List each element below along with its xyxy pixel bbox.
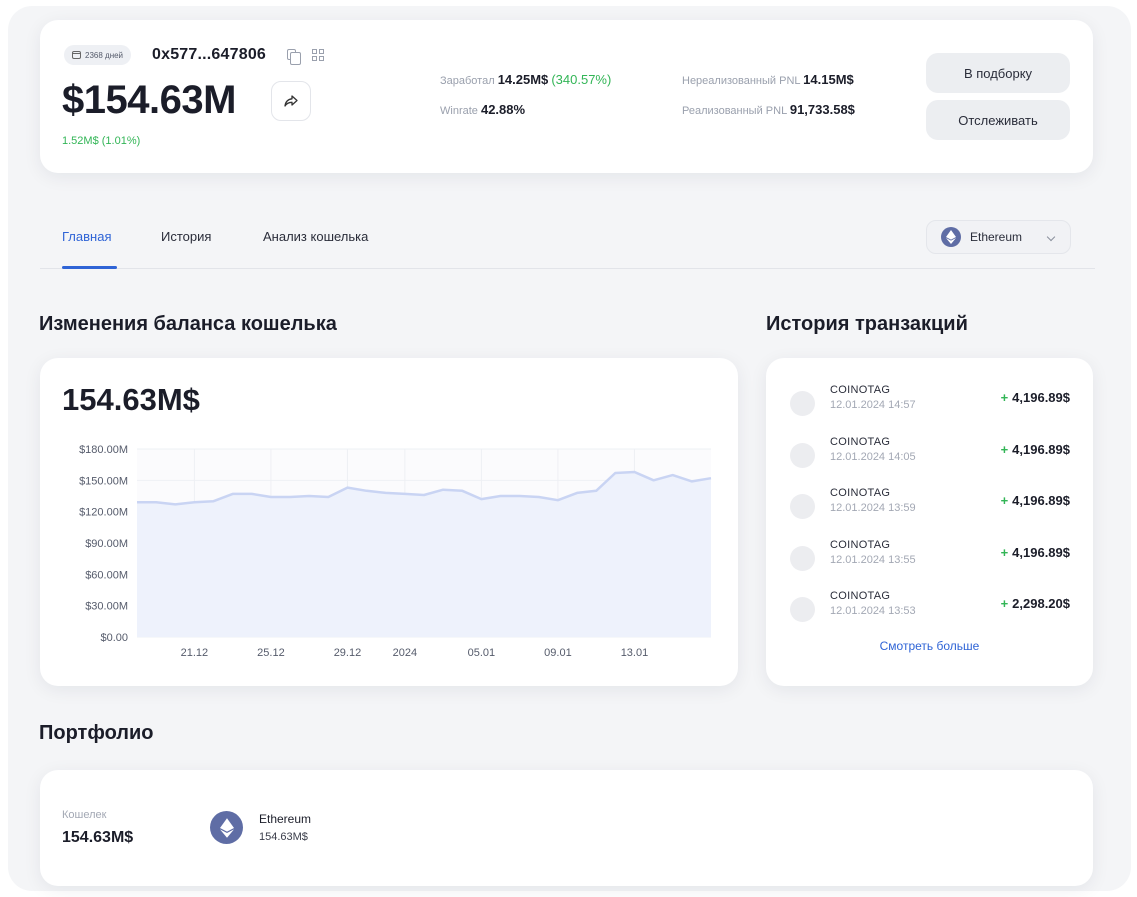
unrealized-pnl-value: 14.15M$ bbox=[803, 72, 854, 87]
transaction-sign: + bbox=[1000, 390, 1009, 405]
transaction-amount-value: 4,196.89$ bbox=[1012, 441, 1070, 457]
wallet-address: 0x577...647806 bbox=[152, 46, 267, 63]
transaction-sign: + bbox=[1000, 544, 1009, 560]
tab-history[interactable]: История bbox=[161, 229, 211, 244]
y-tick-label: $60.00M bbox=[85, 569, 128, 581]
transaction-avatar bbox=[790, 597, 815, 622]
transaction-time: 12.01.2024 13:55 bbox=[830, 553, 916, 566]
network-select[interactable]: Ethereum bbox=[926, 220, 1071, 254]
transaction-time: 12.01.2024 13:53 bbox=[830, 605, 916, 617]
realized-pnl-value: 91,733.58$ bbox=[789, 102, 855, 117]
y-tick-label: $0.00 bbox=[100, 632, 128, 644]
x-tick-label: 13.01 bbox=[621, 647, 649, 659]
ethereum-icon bbox=[941, 227, 961, 247]
transaction-amount: +4,196.89$ bbox=[1001, 442, 1070, 457]
wallet-value: 154.63M$ bbox=[62, 829, 134, 846]
portfolio-asset-value: 154.63M$ bbox=[259, 831, 308, 843]
wallet-label: Кошелек bbox=[62, 809, 107, 821]
transaction-sign: + bbox=[1000, 596, 1009, 611]
transaction-sign: + bbox=[1000, 493, 1009, 508]
ethereum-icon bbox=[210, 811, 243, 844]
wallet-age-badge: 2368 дней bbox=[64, 45, 132, 65]
active-tab-indicator bbox=[62, 266, 117, 269]
transaction-amount: +4,196.89$ bbox=[1001, 545, 1070, 560]
transaction-name: COINOTAG bbox=[830, 538, 891, 551]
calendar-icon bbox=[72, 51, 81, 59]
add-to-selection-button[interactable]: В подборку bbox=[926, 53, 1070, 93]
balance-chart-card: 154.63M$ $180.00M $150.00M $120.00M $90.00M… bbox=[40, 358, 738, 686]
track-button[interactable]: Отслеживать bbox=[926, 100, 1070, 140]
balance-change: 1.52M$ (1.01%) bbox=[62, 135, 141, 147]
transaction-row[interactable]: COINOTAG 12.01.2024 13:55 +4,196.89$ bbox=[766, 533, 1093, 579]
balance-section-title: Изменения баланса кошелька bbox=[39, 313, 337, 335]
qr-code-icon[interactable] bbox=[312, 49, 324, 61]
total-balance: $154.63M bbox=[62, 78, 236, 122]
x-tick-label: 25.12 bbox=[257, 647, 285, 659]
earned-stat: Заработал 14.25M$ (340.57%) bbox=[440, 72, 611, 87]
wallet-age-text: 2368 дней bbox=[85, 50, 124, 60]
portfolio-asset-name: Ethereum bbox=[259, 812, 312, 826]
x-tick-label: 21.12 bbox=[181, 647, 209, 659]
see-more-link[interactable]: Смотреть больше bbox=[766, 639, 1093, 653]
transaction-amount: +4,196.89$ bbox=[1001, 390, 1070, 405]
wallet-summary-card: 2368 дней 0x577...647806 $154.63M 1.52M$… bbox=[40, 20, 1093, 173]
winrate-stat: Winrate 42.88% bbox=[440, 102, 525, 117]
portfolio-title: Портфолио bbox=[39, 722, 154, 744]
unrealized-pnl-stat: Нереализованный PNL 14.15M$ bbox=[682, 72, 854, 87]
winrate-label: Winrate bbox=[440, 105, 478, 117]
main-tabs: Главная История Анализ кошелька Ethereum bbox=[40, 220, 1095, 269]
x-tick-label: 09.01 bbox=[544, 647, 572, 659]
realized-pnl-label: Реализованный PNL bbox=[682, 105, 787, 117]
tab-wallet-analysis[interactable]: Анализ кошелька bbox=[263, 229, 368, 244]
x-tick-label: 2024 bbox=[393, 647, 417, 659]
y-tick-label: $30.00M bbox=[85, 601, 128, 613]
x-tick-label: 29.12 bbox=[334, 647, 362, 659]
x-tick-label: 05.01 bbox=[468, 647, 496, 659]
transaction-amount-value: 4,196.89$ bbox=[1012, 390, 1070, 405]
realized-pnl-stat: Реализованный PNL 91,733.58$ bbox=[682, 102, 855, 117]
transaction-avatar bbox=[790, 442, 815, 468]
y-tick-label: $90.00M bbox=[85, 538, 128, 550]
transaction-amount-value: 2,298.20$ bbox=[1012, 596, 1070, 611]
earned-value: 14.25M$ bbox=[497, 72, 549, 87]
transaction-time: 12.01.2024 13:59 bbox=[830, 502, 916, 514]
transaction-name: COINOTAG bbox=[830, 590, 891, 602]
earned-label: Заработал bbox=[440, 75, 495, 87]
winrate-value: 42.88% bbox=[480, 102, 526, 117]
tab-main[interactable]: Главная bbox=[62, 229, 111, 244]
transactions-section-title: История транзакций bbox=[766, 313, 968, 335]
transaction-name: COINOTAG bbox=[830, 487, 891, 499]
balance-chart: $180.00M $150.00M $120.00M $90.00M $60.00M $3… bbox=[79, 444, 712, 659]
share-button[interactable] bbox=[271, 81, 311, 121]
transaction-sign: + bbox=[1000, 441, 1009, 457]
transaction-avatar bbox=[790, 494, 815, 519]
transaction-avatar bbox=[790, 545, 815, 571]
transaction-name: COINOTAG bbox=[830, 435, 891, 448]
copy-icon[interactable] bbox=[287, 49, 301, 65]
y-tick-label: $150.00M bbox=[79, 475, 128, 487]
transaction-time: 12.01.2024 14:57 bbox=[830, 399, 916, 411]
transaction-row[interactable]: COINOTAG 12.01.2024 14:05 +4,196.89$ bbox=[766, 430, 1093, 476]
transaction-row[interactable]: COINOTAG 12.01.2024 14:57 +4,196.89$ bbox=[766, 378, 1093, 424]
unrealized-pnl-label: Нереализованный PNL bbox=[682, 75, 801, 87]
network-select-value: Ethereum bbox=[970, 230, 1023, 244]
share-icon bbox=[284, 95, 298, 107]
transaction-row[interactable]: COINOTAG 12.01.2024 13:53 +2,298.20$ bbox=[766, 584, 1093, 630]
transaction-row[interactable]: COINOTAG 12.01.2024 13:59 +4,196.89$ bbox=[766, 481, 1093, 527]
transaction-avatar bbox=[790, 391, 815, 416]
y-tick-label: $120.00M bbox=[79, 507, 128, 519]
y-tick-label: $180.00M bbox=[79, 444, 128, 456]
transaction-name: COINOTAG bbox=[830, 384, 891, 396]
earned-percent: (340.57%) bbox=[551, 72, 612, 87]
transactions-card: COINOTAG 12.01.2024 14:57 +4,196.89$ COINOT… bbox=[766, 358, 1093, 686]
transaction-amount-value: 4,196.89$ bbox=[1012, 544, 1070, 560]
transaction-time: 12.01.2024 14:05 bbox=[830, 450, 916, 463]
transaction-amount: +2,298.20$ bbox=[1001, 596, 1070, 611]
chevron-down-icon bbox=[1046, 232, 1056, 242]
portfolio-card: Кошелек 154.63M$ Ethereum 154.63M$ bbox=[40, 770, 1093, 886]
transaction-amount: +4,196.89$ bbox=[1001, 493, 1070, 508]
transaction-amount-value: 4,196.89$ bbox=[1012, 493, 1070, 508]
